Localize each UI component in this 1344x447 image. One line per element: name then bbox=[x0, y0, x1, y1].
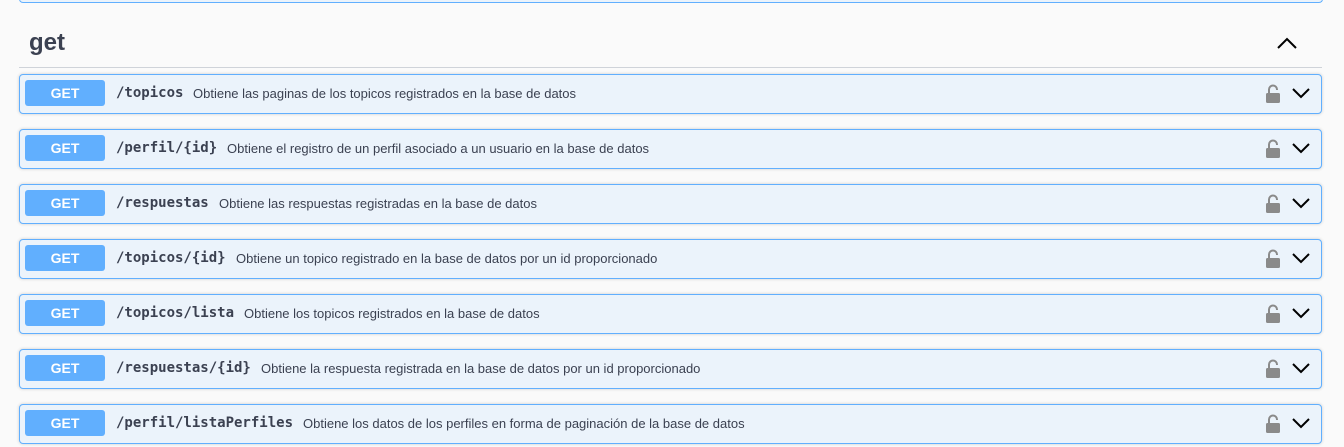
chevron-down-icon[interactable] bbox=[1291, 86, 1311, 100]
tag-title: get bbox=[29, 29, 65, 56]
operation-get-respuestas-id[interactable]: GET /respuestas/{id} Obtiene la respuest… bbox=[19, 349, 1322, 389]
operation-path: /respuestas/{id} bbox=[116, 360, 251, 376]
chevron-up-icon[interactable] bbox=[1276, 34, 1298, 52]
method-badge: GET bbox=[25, 135, 105, 161]
operation-path: /perfil/{id} bbox=[116, 140, 218, 156]
method-badge: GET bbox=[25, 245, 105, 271]
lock-icon[interactable] bbox=[1265, 249, 1281, 269]
chevron-down-icon[interactable] bbox=[1291, 141, 1311, 155]
method-badge: GET bbox=[25, 80, 105, 106]
operation-get-perfil-listaperfiles[interactable]: GET /perfil/listaPerfiles Obtiene los da… bbox=[19, 404, 1322, 444]
operation-get-topicos-id[interactable]: GET /topicos/{id} Obtiene un topico regi… bbox=[19, 239, 1322, 279]
lock-icon[interactable] bbox=[1265, 304, 1281, 324]
operation-summary: Obtiene las paginas de los topicos regis… bbox=[193, 86, 577, 101]
tag-section-header[interactable]: get bbox=[19, 22, 1322, 68]
operation-summary: Obtiene los datos de los perfiles en for… bbox=[303, 416, 745, 431]
lock-icon[interactable] bbox=[1265, 359, 1281, 379]
chevron-down-icon[interactable] bbox=[1291, 416, 1311, 430]
operation-get-topicos[interactable]: GET /topicos Obtiene las paginas de los … bbox=[19, 74, 1322, 114]
operation-path: /perfil/listaPerfiles bbox=[116, 415, 294, 431]
previous-section-edge bbox=[19, 0, 1323, 3]
operation-path: /respuestas bbox=[116, 195, 209, 211]
chevron-down-icon[interactable] bbox=[1291, 361, 1311, 375]
operation-path: /topicos/lista bbox=[116, 305, 235, 321]
operation-summary: Obtiene un topico registrado en la base … bbox=[236, 251, 658, 266]
lock-icon[interactable] bbox=[1265, 414, 1281, 434]
operation-summary: Obtiene los topicos registrados en la ba… bbox=[244, 306, 540, 321]
method-badge: GET bbox=[25, 190, 105, 216]
operation-get-topicos-lista[interactable]: GET /topicos/lista Obtiene los topicos r… bbox=[19, 294, 1322, 334]
operation-summary: Obtiene la respuesta registrada en la ba… bbox=[261, 361, 701, 376]
chevron-down-icon[interactable] bbox=[1291, 306, 1311, 320]
method-badge: GET bbox=[25, 300, 105, 326]
operation-path: /topicos bbox=[116, 85, 184, 101]
lock-icon[interactable] bbox=[1265, 139, 1281, 159]
method-badge: GET bbox=[25, 410, 105, 436]
operation-summary: Obtiene el registro de un perfil asociad… bbox=[227, 141, 650, 156]
chevron-down-icon[interactable] bbox=[1291, 196, 1311, 210]
operation-path: /topicos/{id} bbox=[116, 250, 226, 266]
operation-get-perfil-id[interactable]: GET /perfil/{id} Obtiene el registro de … bbox=[19, 129, 1322, 169]
lock-icon[interactable] bbox=[1265, 84, 1281, 104]
operation-get-respuestas[interactable]: GET /respuestas Obtiene las respuestas r… bbox=[19, 184, 1322, 224]
method-badge: GET bbox=[25, 355, 105, 381]
operation-summary: Obtiene las respuestas registradas en la… bbox=[219, 196, 537, 211]
chevron-down-icon[interactable] bbox=[1291, 251, 1311, 265]
lock-icon[interactable] bbox=[1265, 194, 1281, 214]
